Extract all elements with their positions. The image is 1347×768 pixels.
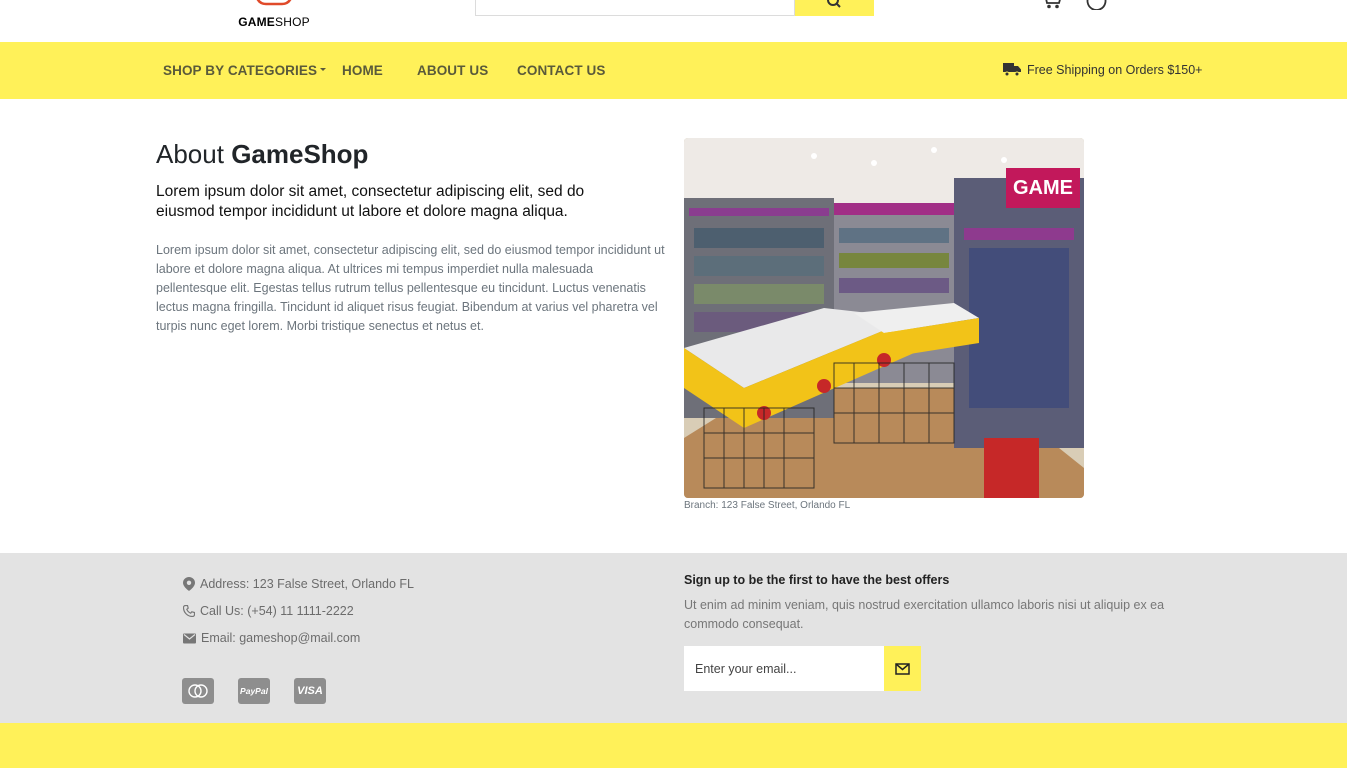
phone-icon <box>183 605 195 617</box>
location-pin-icon <box>183 577 195 591</box>
search-icon <box>827 0 841 8</box>
send-mail-icon <box>895 662 910 675</box>
image-caption: Branch: 123 False Street, Orlando FL <box>684 500 851 511</box>
shipping-text: Free Shipping on Orders $150+ <box>1027 62 1203 77</box>
address-text: Address: 123 False Street, Orlando FL <box>200 577 414 591</box>
about-title: About GameShop <box>156 139 369 169</box>
footer-bottom-bar <box>0 723 1347 768</box>
caret-down-icon <box>320 67 327 71</box>
gameshop-logo[interactable]: GAMESHOP <box>232 0 316 42</box>
mastercard-icon <box>182 678 214 704</box>
newsletter-title: Sign up to be the first to have the best… <box>684 573 950 587</box>
footer-phone: Call Us: (+54) 11 1111-2222 <box>183 604 354 618</box>
search-input[interactable] <box>475 0 795 16</box>
search-button[interactable] <box>795 0 874 16</box>
phone-text: Call Us: (+54) 11 1111-2222 <box>200 604 354 618</box>
logo-text: GAMESHOP <box>238 15 310 29</box>
footer-address: Address: 123 False Street, Orlando FL <box>183 577 414 591</box>
visa-icon: VISA <box>294 678 326 704</box>
nav-home[interactable]: HOME <box>342 63 383 78</box>
gamepad-logo-icon <box>256 0 292 6</box>
email-text: Email: gameshop@mail.com <box>201 631 361 645</box>
user-icon[interactable] <box>1086 0 1108 10</box>
nav-about-us[interactable]: ABOUT US <box>417 63 488 78</box>
top-header: GAMESHOP <box>0 0 1347 42</box>
nav-contact-us[interactable]: CONTACT US <box>517 63 606 78</box>
about-body: Lorem ipsum dolor sit amet, consectetur … <box>156 243 665 333</box>
envelope-icon <box>183 633 196 643</box>
cart-icon[interactable] <box>1040 0 1064 10</box>
nav-shop-by-categories[interactable]: SHOP BY CATEGORIES <box>163 63 327 78</box>
footer-email: Email: gameshop@mail.com <box>183 631 360 645</box>
truck-icon <box>1003 63 1021 77</box>
newsletter-submit-button[interactable] <box>884 646 921 691</box>
main-nav: SHOP BY CATEGORIES HOME ABOUT US CONTACT… <box>0 42 1347 99</box>
nav-categories-label: SHOP BY CATEGORIES <box>163 63 318 78</box>
paypal-icon: PayPal <box>238 678 270 704</box>
free-shipping-notice: Free Shipping on Orders $150+ <box>1003 62 1202 77</box>
newsletter-text: Ut enim ad minim veniam, quis nostrud ex… <box>684 598 1165 631</box>
about-lead: Lorem ipsum dolor sit amet, consectetur … <box>156 183 585 220</box>
store-photo: GAME <box>684 138 1084 498</box>
store-sign-text: GAME <box>1013 177 1073 199</box>
store-photo-illustration: GAME <box>684 138 1084 498</box>
footer: Address: 123 False Street, Orlando FL Ca… <box>0 553 1347 723</box>
newsletter-email-input[interactable] <box>684 646 884 691</box>
